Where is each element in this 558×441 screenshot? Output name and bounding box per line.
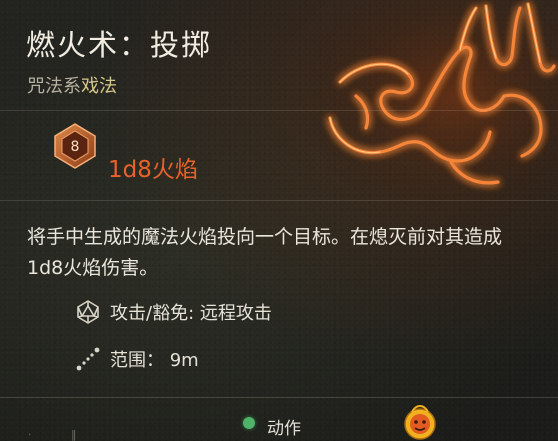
spell-tooltip: 燃火术：投掷 咒法系戏法 8 1d8火焰 将手中生成的魔法火焰投向一个目标。在熄… <box>0 0 558 441</box>
footer-divider <box>0 397 558 398</box>
spell-kind: 戏法 <box>81 76 117 97</box>
action-dot-icon <box>243 417 255 429</box>
range-icon <box>76 347 100 371</box>
range-label: 范围： 9m <box>110 350 199 371</box>
range-row: 范围： 9m <box>75 344 199 374</box>
footer-marks: · ‖ <box>28 428 95 441</box>
attack-save-label: 攻击/豁免: 远程攻击 <box>110 303 272 324</box>
attack-save-row: 攻击/豁免: 远程攻击 <box>75 297 272 327</box>
action-type-label: 动作 <box>267 419 301 439</box>
spell-subtitle: 咒法系戏法 <box>27 72 117 98</box>
site-logo <box>404 405 436 440</box>
divider <box>0 110 558 111</box>
spell-description: 将手中生成的魔法火焰投向一个目标。在熄灭前对其造成1d8火焰伤害。 <box>27 226 503 279</box>
attack-save-icon <box>77 300 99 324</box>
divider <box>0 200 558 201</box>
spell-school: 咒法系 <box>27 76 81 97</box>
die-face-number: 8 <box>71 139 80 155</box>
spell-title: 燃火术：投掷 <box>26 28 213 62</box>
d8-die-icon: 8 <box>54 123 96 169</box>
fire-hand-icon <box>300 0 558 215</box>
damage-text: 1d8火焰 <box>108 157 198 183</box>
